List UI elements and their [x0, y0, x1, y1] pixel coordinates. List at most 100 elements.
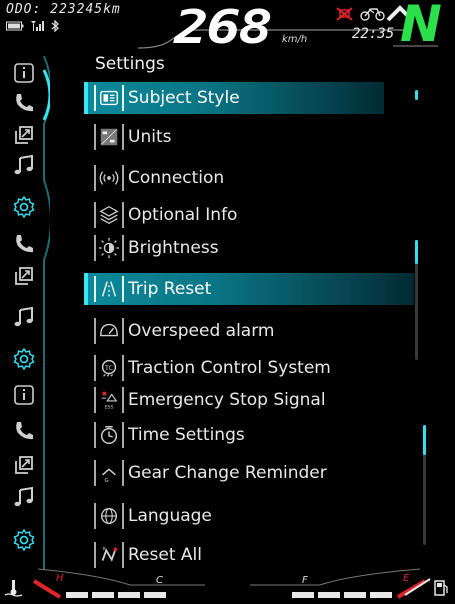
settings-item-units[interactable]: Units: [84, 121, 384, 153]
settings-item-icon: [94, 85, 124, 111]
navigation-icon: [15, 456, 33, 474]
settings-item-traction-control[interactable]: TC Traction Control System: [84, 352, 384, 384]
settings-item-label: Units: [128, 127, 172, 147]
phone-icon: [16, 422, 33, 440]
settings-item-icon: [94, 318, 124, 344]
settings-item-brightness[interactable]: Brightness: [84, 232, 384, 264]
bluetooth-icon: [51, 20, 59, 32]
settings-item-icon: ESS: [94, 387, 124, 413]
subject-style-icon: [100, 90, 118, 106]
emergency-stop-icon: ESS: [101, 391, 118, 410]
sidebar-item-settings[interactable]: [6, 344, 42, 374]
temperature-icon: [4, 580, 23, 597]
sidebar-item-navigation[interactable]: [6, 450, 42, 480]
phone-icon: [16, 94, 33, 112]
svg-text:ESS: ESS: [105, 404, 114, 410]
sidebar-item-music[interactable]: [6, 150, 42, 180]
units-icon: [100, 128, 118, 146]
settings-item-icon: [94, 124, 124, 150]
settings-item-icon: [94, 202, 124, 228]
gear-indicator: N: [400, 0, 442, 53]
signal-icon: [31, 21, 44, 31]
sidebar-item-phone[interactable]: [6, 229, 42, 259]
settings-item-label: Language: [128, 506, 212, 526]
settings-item-optional-info[interactable]: Optional Info: [84, 199, 384, 231]
settings-item-label: Overspeed alarm: [128, 321, 275, 341]
optional-info-icon: [99, 206, 119, 224]
sidebar-item-navigation[interactable]: [6, 261, 42, 291]
fuel-empty-label: E: [403, 573, 410, 584]
settings-item-gear-change[interactable]: G Gear Change Reminder: [84, 457, 384, 489]
engine-warning-icon: [336, 7, 353, 21]
sidebar-item-info[interactable]: [6, 58, 42, 88]
trip-reset-icon: [101, 281, 117, 297]
settings-item-label: Connection: [128, 168, 225, 188]
settings-item-time-settings[interactable]: Time Settings: [84, 419, 384, 451]
music-icon: [14, 306, 33, 327]
settings-item-overspeed-alarm[interactable]: Overspeed alarm: [84, 315, 384, 347]
svg-text:G: G: [104, 478, 108, 484]
settings-icon: [13, 195, 35, 219]
settings-item-icon: G: [94, 460, 124, 486]
overspeed-alarm-icon: [100, 323, 118, 337]
sidebar-item-navigation[interactable]: [6, 120, 42, 150]
bottom-gauges: H C F E: [0, 565, 455, 600]
fuel-pump-icon: [434, 580, 448, 596]
settings-item-icon: [94, 503, 124, 529]
settings-item-icon: [94, 422, 124, 448]
gear-change-icon: G: [102, 468, 116, 484]
settings-item-icon: [94, 165, 124, 191]
settings-item-label: Time Settings: [128, 425, 245, 445]
settings-item-label: Traction Control System: [128, 358, 331, 378]
speed-unit: km/h: [282, 34, 308, 45]
sidebar-item-settings[interactable]: [6, 525, 42, 555]
settings-item-label: Reset All: [128, 545, 202, 565]
settings-item-label: Gear Change Reminder: [128, 463, 327, 483]
motorcycle-icon: [360, 8, 385, 21]
scrollbar-thumb[interactable]: [423, 425, 426, 455]
navigation-icon: [15, 126, 33, 144]
battery-icon: [6, 21, 24, 31]
info-icon: [14, 63, 34, 83]
reset-all-icon: R: [101, 546, 118, 562]
language-icon: [100, 507, 118, 525]
time-settings-icon: [100, 426, 118, 444]
settings-item-trip-reset[interactable]: Trip Reset: [84, 273, 414, 305]
settings-item-label: Subject Style: [128, 88, 240, 108]
sidebar-item-music[interactable]: [6, 302, 42, 332]
navigation-icon: [15, 267, 33, 285]
sidebar-item-phone[interactable]: [6, 88, 42, 118]
scrollbar-thumb[interactable]: [415, 240, 418, 264]
clock: 22:35: [352, 26, 395, 42]
music-icon: [14, 486, 33, 507]
gauge-frame: [32, 568, 431, 599]
sidebar-item-music[interactable]: [6, 482, 42, 512]
settings-item-connection[interactable]: Connection: [84, 162, 384, 194]
settings-item-label: Optional Info: [128, 205, 238, 225]
settings-item-icon: [94, 276, 124, 302]
settings-item-label: Brightness: [128, 238, 219, 258]
svg-text:TC: TC: [104, 364, 114, 372]
settings-item-label: Emergency Stop Signal: [128, 390, 326, 410]
sidebar-item-settings[interactable]: [6, 192, 42, 222]
settings-item-subject-style[interactable]: Subject Style: [84, 82, 384, 114]
sidebar-item-phone[interactable]: [6, 416, 42, 446]
settings-item-icon: TC: [94, 355, 124, 381]
odometer: ODO: 223245km: [6, 2, 121, 17]
status-icons: [6, 20, 60, 32]
brightness-icon: [98, 237, 120, 259]
music-icon: [14, 154, 33, 175]
scrollbar-thumb[interactable]: [415, 90, 418, 100]
settings-item-icon: [94, 235, 124, 261]
connection-icon: [99, 171, 119, 185]
sidebar-item-info[interactable]: [6, 380, 42, 410]
traction-control-icon: TC: [101, 359, 117, 377]
settings-icon: [13, 528, 35, 552]
settings-item-language[interactable]: Language: [84, 500, 384, 532]
settings-item-emergency-stop[interactable]: ESS Emergency Stop Signal: [84, 384, 384, 416]
temp-high-label: H: [56, 573, 64, 584]
page-title: Settings: [95, 54, 165, 74]
speed-readout: 268: [174, 0, 273, 54]
temp-low-label: C: [156, 575, 163, 586]
info-icon: [14, 385, 34, 405]
